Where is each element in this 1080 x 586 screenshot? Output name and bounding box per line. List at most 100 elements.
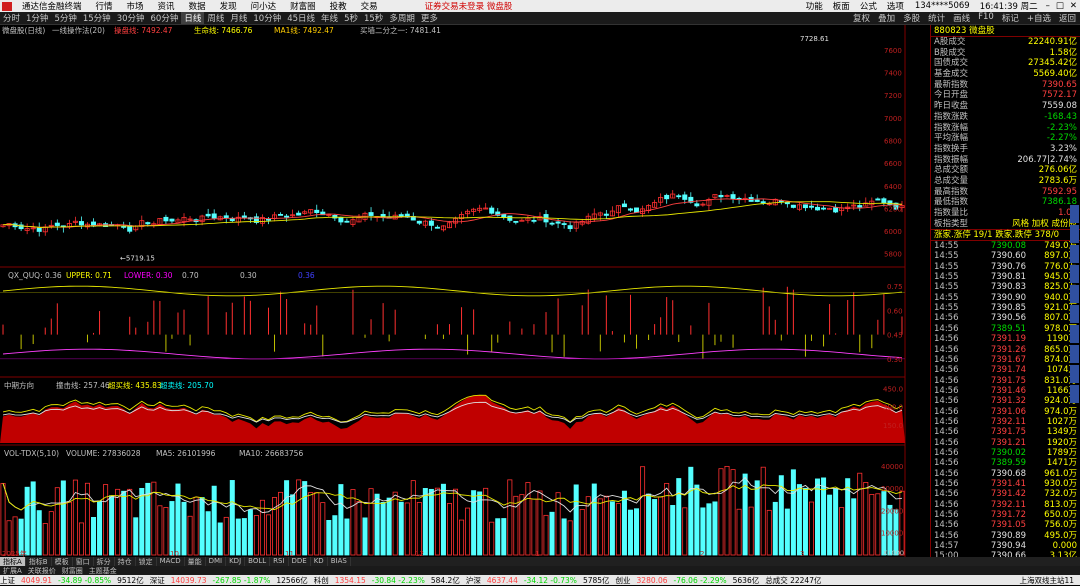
- period-tab-7[interactable]: 周线: [204, 12, 227, 24]
- close-icon[interactable]: ✕: [1070, 1, 1077, 11]
- menu-item-5[interactable]: 问小达: [251, 0, 277, 12]
- period-tab-5[interactable]: 60分钟: [148, 12, 182, 24]
- volume-bar: [748, 506, 754, 556]
- ext-tab-3[interactable]: 主题基金: [86, 566, 120, 575]
- indicator-tab-10[interactable]: KDJ: [226, 557, 246, 566]
- volume-bar: [265, 514, 271, 556]
- tick-price: 7389.59: [990, 458, 1026, 469]
- period-tab-4[interactable]: 30分钟: [114, 12, 148, 24]
- login-notice[interactable]: 证券交易未登录 微盘股: [425, 0, 513, 12]
- toolbar-button-0[interactable]: 复权: [849, 12, 874, 24]
- tick-row: 14:56 7391.75 831.0万: [931, 376, 1080, 386]
- volume-bar: [121, 490, 127, 556]
- menu-item-2[interactable]: 资讯: [158, 0, 175, 12]
- index-name[interactable]: 上证: [0, 575, 15, 586]
- volume-bar: [453, 488, 459, 556]
- indicator-tab-7[interactable]: MACD: [157, 557, 185, 566]
- toolbar-button-5[interactable]: F10: [974, 12, 998, 24]
- period-tab-15[interactable]: 更多: [418, 12, 441, 24]
- candle-body: [489, 207, 495, 214]
- indicator-tab-13[interactable]: DDE: [289, 557, 311, 566]
- toolbar-button-8[interactable]: 返回: [1055, 12, 1080, 24]
- indicator-tab-12[interactable]: RSI: [270, 557, 289, 566]
- menu-item-4[interactable]: 发现: [220, 0, 237, 12]
- index-name[interactable]: 沪深: [466, 575, 481, 586]
- period-tab-13[interactable]: 15秒: [361, 12, 386, 24]
- volume-bar: [211, 485, 217, 556]
- tick-price: 7390.90: [990, 292, 1026, 303]
- indicator-tab-0[interactable]: 指标A: [0, 557, 26, 566]
- tick-volume: 1789万: [1046, 447, 1077, 458]
- toolbar-button-3[interactable]: 统计: [924, 12, 949, 24]
- indicator-tab-11[interactable]: BOLL: [245, 557, 271, 566]
- index-name[interactable]: 创业: [616, 575, 631, 586]
- tick-row: 14:55 7390.81 945.0万: [931, 272, 1080, 282]
- volume-bar: [392, 491, 398, 556]
- indicator-tab-9[interactable]: DMI: [206, 557, 227, 566]
- period-tab-0[interactable]: 分时: [0, 12, 23, 24]
- volume-bar: [670, 505, 676, 556]
- quote-label: 指数振幅: [934, 154, 969, 165]
- indicator-tab-14[interactable]: KD: [311, 557, 328, 566]
- toolbar-button-4[interactable]: 画线: [949, 12, 974, 24]
- menu-item-3[interactable]: 数据: [189, 0, 206, 12]
- period-tab-10[interactable]: 45日线: [284, 12, 318, 24]
- ext-tab-1[interactable]: 关联报价: [25, 566, 59, 575]
- candle-body: [416, 220, 422, 224]
- maximize-icon[interactable]: □: [1056, 1, 1064, 11]
- toolbar-button-6[interactable]: 标记: [998, 12, 1023, 24]
- volume-bar: [857, 472, 863, 556]
- menu-item-0[interactable]: 行情: [96, 0, 113, 12]
- period-tab-6[interactable]: 日线: [181, 12, 205, 24]
- menu-right-2[interactable]: 公式: [860, 0, 877, 12]
- chart-area[interactable]: 微盘股(日线) 一线操作法(20) 操盘线: 7492.47 生命线: 7466.76…: [0, 25, 930, 557]
- period-tab-12[interactable]: 5秒: [341, 12, 361, 24]
- menu-right-1[interactable]: 板面: [833, 0, 850, 12]
- indicator-tab-4[interactable]: 拆分: [94, 557, 115, 566]
- volume-bar: [802, 487, 808, 556]
- volume-bar: [78, 522, 84, 556]
- menu-item-8[interactable]: 交易: [361, 0, 378, 12]
- menu-item-6[interactable]: 财富圈: [290, 0, 316, 12]
- period-tab-1[interactable]: 1分钟: [23, 12, 51, 24]
- tick-time: 14:56: [934, 313, 959, 324]
- toolbar-button-1[interactable]: 叠加: [874, 12, 899, 24]
- period-tab-3[interactable]: 15分钟: [80, 12, 114, 24]
- volume-bar: [253, 515, 259, 556]
- menu-item-7[interactable]: 投教: [330, 0, 347, 12]
- tick-time: 14:55: [934, 292, 959, 303]
- indicator-tab-6[interactable]: 锁定: [136, 557, 157, 566]
- user-id[interactable]: 134****5069: [915, 1, 970, 11]
- tick-time: 14:55: [934, 241, 959, 252]
- period-tab-14[interactable]: 多周期: [386, 12, 418, 24]
- index-turnover: 12566亿: [276, 575, 308, 585]
- toolbar-button-7[interactable]: +自选: [1023, 12, 1055, 24]
- indicator-tab-1[interactable]: 指标B: [26, 557, 52, 566]
- indicator-tab-5[interactable]: 持仓: [115, 557, 136, 566]
- period-tab-2[interactable]: 5分钟: [51, 12, 79, 24]
- indicator-tab-8[interactable]: 量能: [185, 557, 206, 566]
- quote-value: 风格 加权 成份股: [1012, 218, 1077, 229]
- toolbar-button-2[interactable]: 多股: [899, 12, 924, 24]
- period-tab-9[interactable]: 10分钟: [250, 12, 284, 24]
- menu-right-3[interactable]: 选项: [887, 0, 904, 12]
- period-tab-11[interactable]: 年线: [318, 12, 341, 24]
- ext-tab-2[interactable]: 财富圈: [59, 566, 86, 575]
- y-tick: 7600: [884, 47, 902, 55]
- volume-bar: [163, 507, 169, 556]
- menu-right-0[interactable]: 功能: [806, 0, 823, 12]
- menu-item-1[interactable]: 市场: [127, 0, 144, 12]
- tick-volume: 650.0万: [1044, 510, 1077, 520]
- period-tab-8[interactable]: 月线: [227, 12, 250, 24]
- side-shortcuts[interactable]: [1070, 205, 1080, 445]
- index-name[interactable]: 深证: [150, 575, 165, 586]
- minimize-icon[interactable]: –: [1046, 1, 1050, 11]
- candle-body: [778, 200, 784, 203]
- volume-bar: [760, 466, 766, 556]
- indicator-tab-3[interactable]: 窗口: [73, 557, 94, 566]
- quote-row: 最新指数 7390.65: [931, 80, 1080, 91]
- tick-price: 7389.51: [990, 323, 1026, 334]
- index-name[interactable]: 科创: [314, 575, 329, 586]
- indicator-tab-2[interactable]: 模板: [52, 557, 73, 566]
- indicator-tab-15[interactable]: BIAS: [328, 557, 351, 566]
